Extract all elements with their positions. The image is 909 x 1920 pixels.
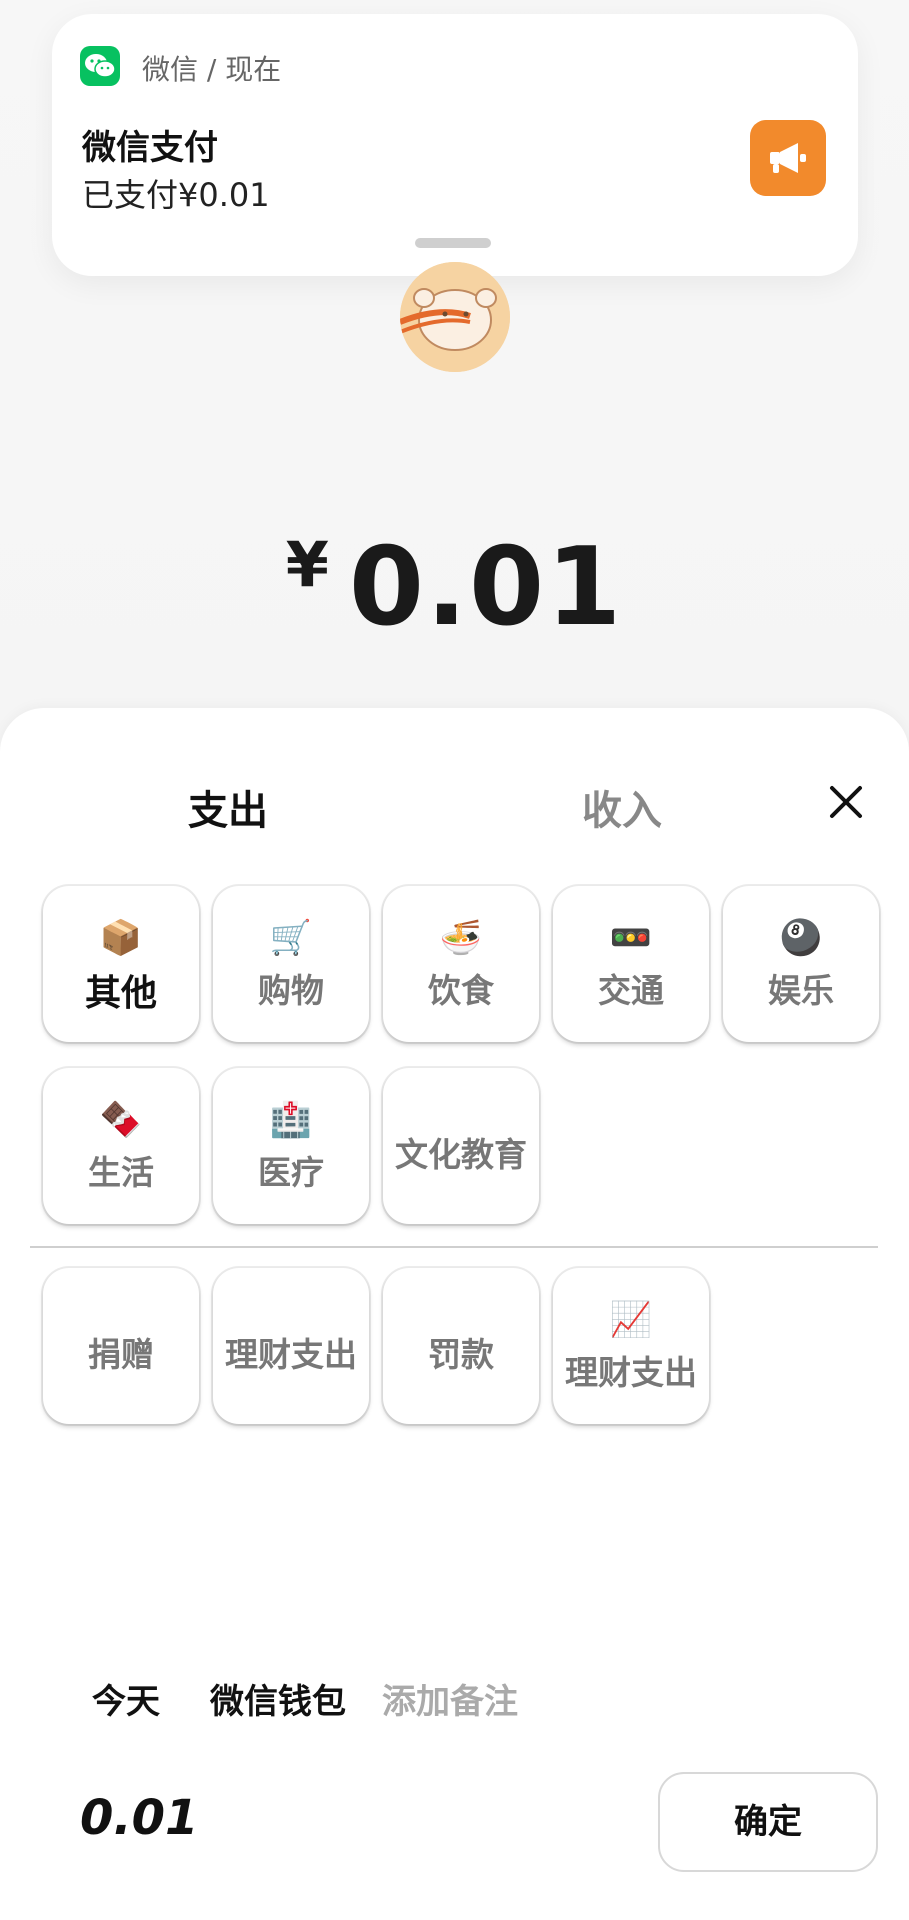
category-shopping[interactable]: 🛒 购物 [213,886,369,1042]
megaphone-icon[interactable] [750,120,826,196]
divider [30,1246,878,1248]
note-input[interactable]: 添加备注 [382,1674,518,1723]
category-food[interactable]: 🍜 饮食 [383,886,539,1042]
package-icon: 📦 [99,918,143,958]
notification-body: 已支付¥0.01 [82,176,270,214]
category-label: 医疗 [258,1153,324,1192]
category-investment-2[interactable]: 📈 理财支出 [553,1268,709,1424]
notification-source: 微信 / 现在 [142,53,282,86]
category-label: 生活 [88,1153,154,1192]
date-selector[interactable]: 今天 [92,1674,160,1723]
category-investment[interactable]: 理财支出 [213,1268,369,1424]
category-label: 购物 [258,971,324,1010]
category-medical[interactable]: 🏥 医疗 [213,1068,369,1224]
category-other[interactable]: 📦 其他 [43,886,199,1042]
chart-up-icon: 📈 [609,1300,653,1340]
traffic-light-icon: 🚥 [609,918,653,958]
category-label: 其他 [84,973,157,1014]
tab-expense[interactable]: 支出 [188,778,268,836]
wechat-icon [80,46,120,86]
shopping-cart-icon: 🛒 [269,918,313,958]
confirm-button[interactable]: 确定 [658,1772,878,1872]
billiard-ball-icon: 🎱 [779,918,823,958]
currency-symbol: ¥ [285,528,331,601]
category-label: 饮食 [428,971,494,1010]
notification-title: 微信支付 [82,128,218,168]
category-label: 理财支出 [225,1335,357,1374]
amount-display: ¥0.01 [0,525,909,650]
category-education[interactable]: 文化教育 [383,1068,539,1224]
notification-drag-handle[interactable] [415,238,491,248]
noodle-bowl-icon: 🍜 [439,918,483,958]
category-label: 捐赠 [88,1335,154,1374]
category-label: 罚款 [428,1335,494,1374]
close-icon[interactable] [826,782,866,822]
chocolate-icon: 🍫 [99,1100,143,1140]
category-label: 娱乐 [768,971,834,1010]
avatar [400,262,510,372]
category-fine[interactable]: 罚款 [383,1268,539,1424]
account-selector[interactable]: 微信钱包 [210,1674,346,1723]
category-donation[interactable]: 捐赠 [43,1268,199,1424]
category-transport[interactable]: 🚥 交通 [553,886,709,1042]
category-label: 文化教育 [395,1135,527,1174]
category-living[interactable]: 🍫 生活 [43,1068,199,1224]
category-label: 理财支出 [565,1353,697,1392]
category-sheet: 支出 收入 📦 其他 🛒 购物 🍜 饮食 🚥 交通 🎱 娱乐 🍫 生活 🏥 医疗… [0,708,909,1920]
hospital-icon: 🏥 [269,1100,313,1140]
total-amount: 0.01 [80,1790,199,1846]
category-entertainment[interactable]: 🎱 娱乐 [723,886,879,1042]
payment-notification[interactable]: 微信 / 现在 微信支付 已支付¥0.01 [52,14,858,276]
tab-income[interactable]: 收入 [582,778,662,836]
amount-value: 0.01 [348,525,624,650]
category-label: 交通 [598,971,664,1010]
